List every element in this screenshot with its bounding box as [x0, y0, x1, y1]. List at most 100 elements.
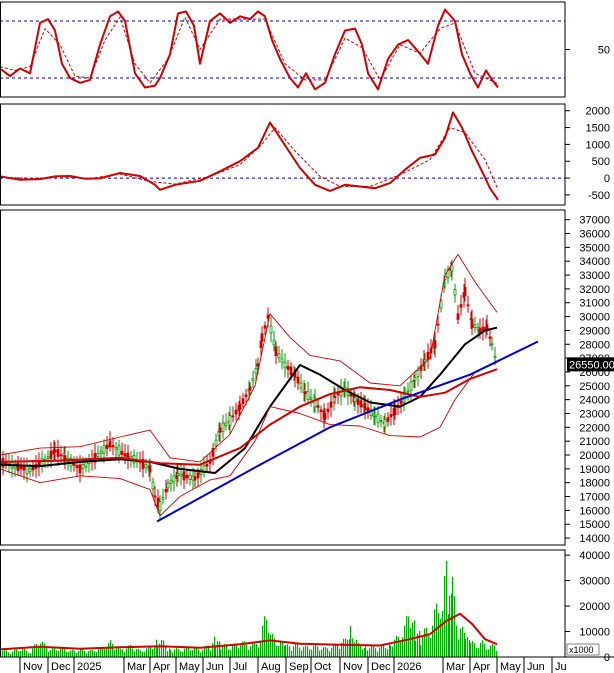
volume-ytick-label-1: 10000	[579, 627, 610, 639]
volume-bar-167	[329, 651, 331, 657]
price-ytick-label-17: 31000	[579, 298, 610, 310]
volume-bar-250	[486, 649, 488, 657]
volume-bar-102	[202, 650, 204, 657]
candle-body-160	[426, 351, 430, 360]
volume-bar-57	[114, 649, 116, 657]
volume-bar-70	[140, 650, 142, 657]
volume-bar-28	[56, 650, 58, 657]
panel-frame-2	[0, 209, 566, 546]
candle-body-186	[490, 343, 494, 346]
candle-body-149	[399, 400, 403, 405]
candle-body-144	[386, 417, 390, 422]
volume-bar-135	[266, 619, 268, 657]
volume-bar-71	[142, 651, 144, 657]
volume-bar-68	[136, 649, 138, 657]
candle-body-170	[450, 264, 454, 272]
macd-ytick-label-4: 0	[604, 173, 610, 185]
candle-body-175	[463, 287, 467, 297]
candle-body-73	[205, 463, 209, 467]
volume-bar-142	[280, 642, 282, 657]
candle-body-87	[241, 398, 245, 405]
volume-bar-216	[422, 635, 424, 657]
candle-body-34	[96, 453, 100, 457]
candle-body-43	[123, 453, 127, 457]
price-ytick-label-0: 14000	[579, 533, 610, 545]
candle-body-129	[349, 393, 353, 397]
candle-body-181	[478, 327, 482, 334]
volume-bar-252	[490, 645, 492, 657]
volume-bar-196	[385, 648, 387, 657]
volume-bar-199	[390, 645, 392, 657]
volume-bar-129	[254, 641, 256, 657]
x-tick-label-15: Apr	[473, 661, 490, 673]
volume-bar-172	[339, 648, 341, 657]
macd-ytick-label-3: 500	[592, 156, 610, 168]
volume-bar-174	[343, 638, 345, 657]
candle-body-58	[164, 488, 168, 493]
volume-bar-29	[58, 650, 60, 657]
volume-bar-118	[232, 645, 234, 657]
volume-bar-94	[186, 646, 188, 657]
x-tick-label-18: Ju	[555, 661, 567, 673]
candle-body-20	[56, 449, 60, 457]
x-tick-label-5: May	[179, 661, 200, 673]
candle-body-172	[456, 313, 460, 320]
volume-bar-131	[258, 647, 260, 657]
volume-bar-96	[190, 650, 192, 657]
volume-bar-242	[470, 642, 472, 657]
volume-bar-136	[268, 632, 270, 657]
volume-bar-243	[472, 641, 474, 657]
volume-bar-110	[217, 641, 219, 657]
candle-body-10	[28, 468, 32, 473]
volume-bar-169	[333, 644, 335, 657]
macd-series-1	[0, 127, 499, 190]
volume-bar-191	[375, 648, 377, 657]
volume-bar-116	[228, 649, 230, 657]
macd-ytick-label-1: 1500	[586, 123, 610, 135]
volume-bar-47	[94, 651, 96, 657]
volume-bar-209	[410, 628, 412, 657]
candle-body-57	[161, 497, 165, 500]
volume-bar-10	[20, 650, 22, 657]
candle-body-164	[436, 323, 440, 326]
candle-body-54	[153, 495, 157, 498]
volume-bar-3	[6, 650, 8, 657]
volume-bar-11	[22, 648, 24, 657]
candle-body-152	[406, 390, 410, 393]
volume-bar-24	[48, 651, 50, 657]
candle-body-30	[84, 461, 88, 468]
volume-bar-221	[432, 625, 434, 657]
candle-body-40	[114, 447, 118, 450]
volume-bar-27	[54, 648, 56, 657]
volume-bar-145	[285, 645, 287, 657]
candle-body-84	[234, 409, 238, 415]
candle-body-19	[53, 449, 57, 453]
volume-bar-12	[24, 648, 26, 657]
x-tick-label-10: Oct	[314, 661, 331, 673]
candle-body-100	[274, 346, 278, 357]
volume-bar-215	[420, 645, 422, 657]
volume-bar-42	[84, 650, 86, 657]
candle-body-56	[158, 501, 162, 512]
volume-bar-227	[444, 575, 446, 657]
volume-bar-179	[352, 638, 354, 657]
x-tick-label-16: May	[500, 661, 521, 673]
volume-bar-137	[270, 634, 272, 657]
volume-bar-77	[154, 646, 156, 657]
volume-bar-171	[337, 645, 339, 657]
volume-bar-195	[383, 645, 385, 657]
candle-body-187	[493, 355, 497, 358]
volume-ytick-label-3: 30000	[579, 576, 610, 588]
candle-body-153	[409, 381, 413, 391]
candle-body-140	[376, 413, 380, 423]
volume-bar-88	[174, 649, 176, 657]
volume-bar-73	[146, 648, 148, 657]
candle-body-90	[248, 386, 252, 391]
volume-bar-188	[369, 648, 371, 657]
mark-layer	[0, 8, 539, 657]
candle-body-145	[389, 414, 393, 418]
volume-bar-32	[64, 648, 66, 657]
volume-bar-93	[184, 648, 186, 657]
candle-body-67	[188, 474, 192, 480]
x-tick-label-3: Mar	[127, 661, 146, 673]
